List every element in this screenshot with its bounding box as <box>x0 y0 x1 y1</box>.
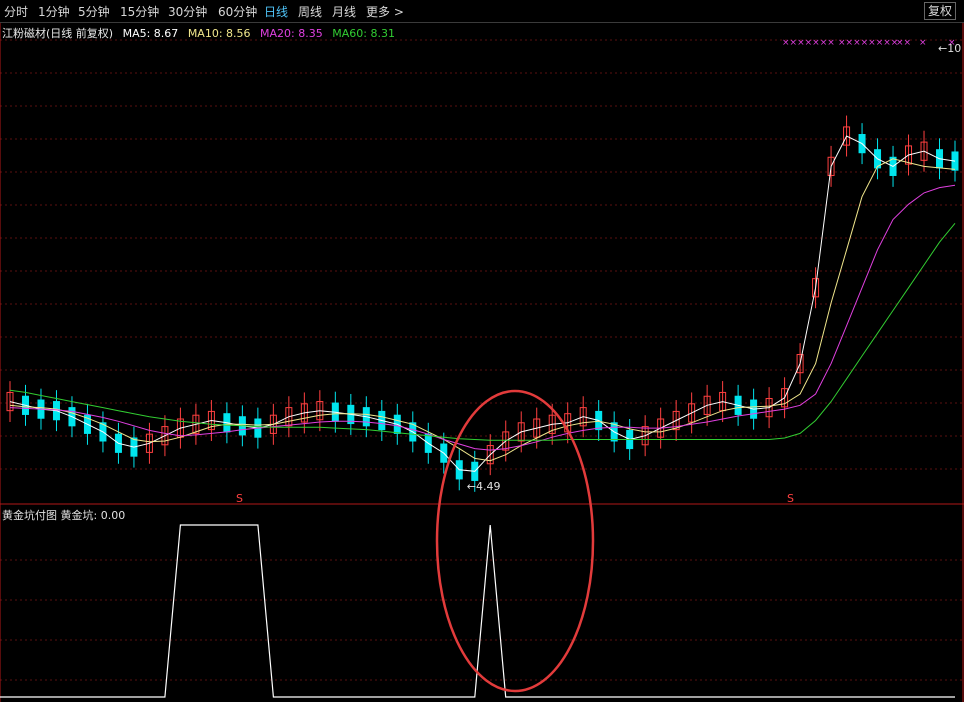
fuquan-button[interactable]: 复权 <box>923 2 956 20</box>
tab-5[interactable]: 60分钟 <box>218 3 257 20</box>
tab-8[interactable]: 月线 <box>332 3 356 20</box>
sell-marker: S <box>236 492 243 505</box>
kline-chart[interactable]: ←4.49←10S S××××××× ×××××××××× × × <box>0 0 964 702</box>
stock-title: 江粉磁材(日线 前复权) <box>2 27 114 40</box>
sell-marker: S <box>787 492 794 505</box>
x-marker: ×× <box>896 38 911 48</box>
tab-2[interactable]: 5分钟 <box>78 3 110 20</box>
ma5-label: MA5: 8.67 <box>122 27 179 40</box>
sub-value: 黄金坑: 0.00 <box>60 509 126 522</box>
x-marker: × <box>948 38 956 48</box>
main-legend: 江粉磁材(日线 前复权) MA5: 8.67 MA10: 8.56 MA20: … <box>2 25 401 41</box>
tab-4[interactable]: 30分钟 <box>168 3 207 20</box>
tab-7[interactable]: 周线 <box>298 3 322 20</box>
period-toolbar: 分时 1分钟 5分钟 15分钟 30分钟 60分钟 日线 周线 月线 更多 > <box>0 0 964 23</box>
sub-title: 黄金坑付图 <box>2 509 57 522</box>
x-marker: ××××××× <box>782 38 835 48</box>
ma-line-ma20 <box>9 184 956 451</box>
ma-line-ma10 <box>9 158 956 462</box>
ma-line-ma60 <box>9 222 956 441</box>
tab-0[interactable]: 分时 <box>4 3 28 20</box>
tab-3[interactable]: 15分钟 <box>120 3 159 20</box>
low-price-label: ←4.49 <box>467 480 501 493</box>
tab-6[interactable]: 日线 <box>264 3 288 20</box>
x-marker: × <box>919 38 927 48</box>
tab-9[interactable]: 更多 > <box>366 3 404 20</box>
ma10-label: MA10: 8.56 <box>187 27 251 40</box>
ma60-label: MA60: 8.31 <box>332 27 395 40</box>
x-marker: ×××××××× <box>838 38 898 48</box>
sub-legend: 黄金坑付图 黄金坑: 0.00 <box>2 507 125 523</box>
ma20-label: MA20: 8.35 <box>260 27 323 40</box>
tab-1[interactable]: 1分钟 <box>38 3 70 20</box>
